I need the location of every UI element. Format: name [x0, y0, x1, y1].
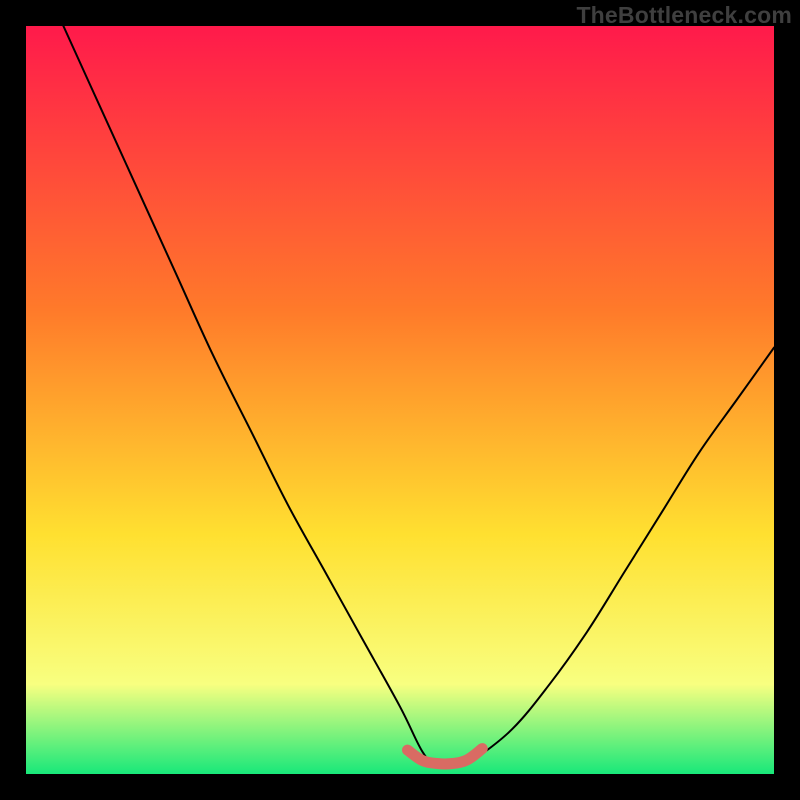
- gradient-background: [26, 26, 774, 774]
- watermark-text: TheBottleneck.com: [576, 2, 792, 29]
- chart-frame: TheBottleneck.com: [0, 0, 800, 800]
- plot-area: [26, 26, 774, 774]
- chart-svg: [26, 26, 774, 774]
